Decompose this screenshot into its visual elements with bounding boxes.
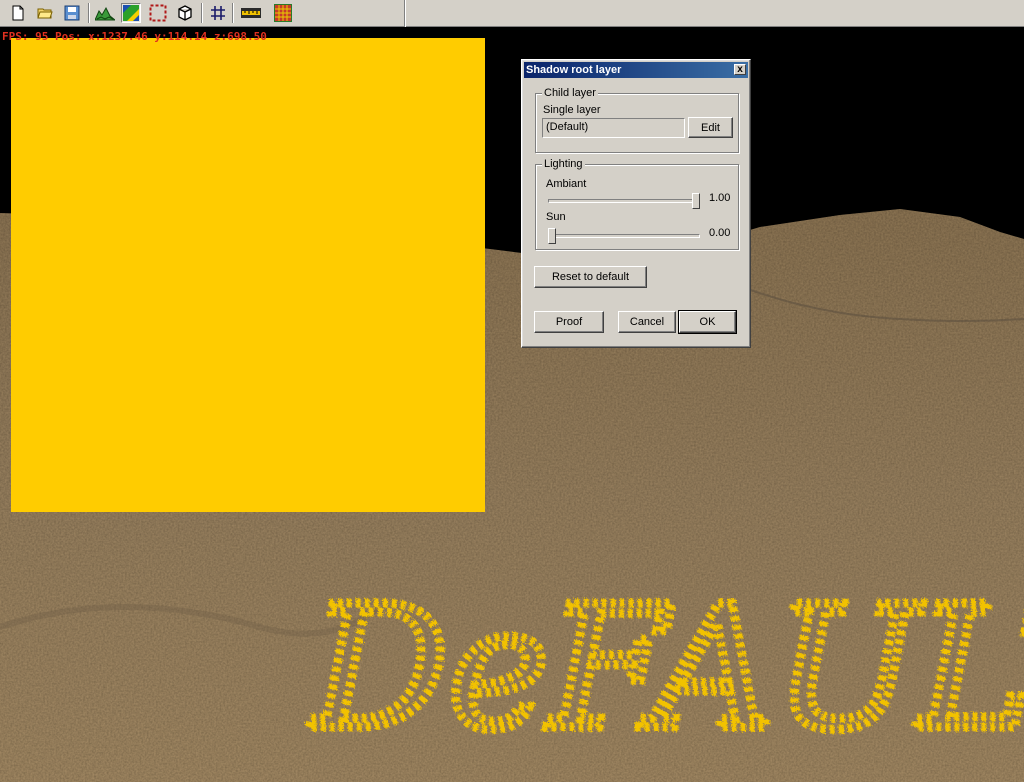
- terrain-text: DeFAULT: [309, 570, 1024, 768]
- 3d-viewport[interactable]: DeFAULT FPS: 95 Pos: x:1237.46 y:114.14 …: [0, 27, 1024, 782]
- toolbar-separator: [201, 3, 203, 23]
- color-grid-icon: [274, 4, 292, 22]
- lighting-legend: Lighting: [542, 158, 585, 170]
- yellow-preview-panel: [11, 38, 485, 512]
- ok-button[interactable]: OK: [678, 310, 737, 334]
- sun-slider-thumb[interactable]: [548, 228, 556, 244]
- edit-button[interactable]: Edit: [688, 117, 733, 138]
- sun-slider-track[interactable]: [548, 234, 700, 238]
- close-icon: x: [737, 64, 743, 75]
- single-layer-field: (Default): [542, 118, 685, 138]
- ambiant-slider-track[interactable]: [548, 199, 700, 203]
- texture-layer-button[interactable]: [121, 3, 141, 23]
- dialog-titlebar[interactable]: Shadow root layer x: [524, 62, 748, 78]
- save-icon: [64, 5, 80, 21]
- ruler-icon: [241, 8, 261, 18]
- cube-button[interactable]: [175, 3, 195, 23]
- cancel-button[interactable]: Cancel: [618, 311, 676, 333]
- selection-icon: [149, 4, 167, 22]
- ruler-button[interactable]: [240, 3, 262, 23]
- shadow-root-layer-dialog: Shadow root layer x Child layer Single l…: [521, 59, 751, 348]
- proof-button[interactable]: Proof: [534, 311, 604, 333]
- open-folder-button[interactable]: [35, 3, 55, 23]
- child-layer-legend: Child layer: [542, 87, 598, 99]
- toolbar-end-separator: [404, 0, 406, 27]
- dialog-title: Shadow root layer: [526, 64, 622, 76]
- save-button[interactable]: [62, 3, 82, 23]
- reset-to-default-button[interactable]: Reset to default: [534, 266, 647, 288]
- open-folder-icon: [37, 8, 53, 19]
- new-document-icon: [12, 5, 24, 21]
- terrain-button[interactable]: [95, 3, 115, 23]
- grid-button[interactable]: [208, 3, 228, 23]
- ambiant-slider-thumb[interactable]: [692, 193, 700, 209]
- grid-icon: [211, 6, 225, 20]
- toolbar-separator: [88, 3, 90, 23]
- terrain-icon: [95, 6, 115, 21]
- close-button[interactable]: x: [734, 64, 746, 75]
- ambiant-value: 1.00: [709, 192, 731, 204]
- toolbar-separator: [232, 3, 234, 23]
- ambiant-label: Ambiant: [546, 178, 587, 190]
- single-layer-label: Single layer: [543, 104, 601, 116]
- hud-readout: FPS: 95 Pos: x:1237.46 y:114.14 z:698.50: [2, 30, 267, 43]
- selection-button[interactable]: [148, 3, 168, 23]
- sun-label: Sun: [546, 211, 566, 223]
- toolbar: [0, 0, 1024, 27]
- texture-layer-icon: [123, 5, 139, 21]
- sun-value: 0.00: [709, 227, 731, 239]
- color-grid-button[interactable]: [273, 3, 293, 23]
- new-document-button[interactable]: [8, 3, 28, 23]
- cube-icon: [178, 5, 192, 21]
